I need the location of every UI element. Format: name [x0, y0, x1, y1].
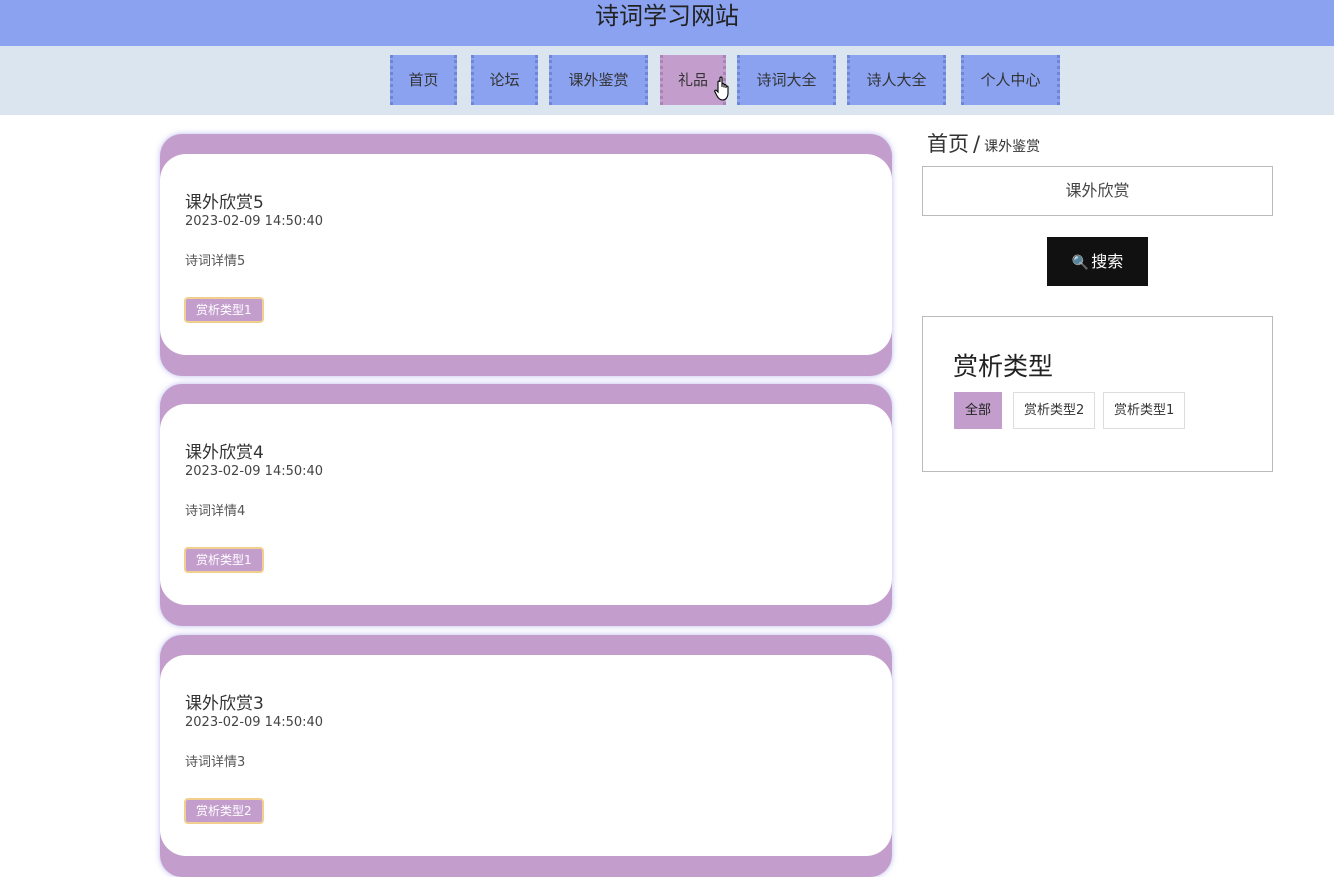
post-card[interactable]: 课外欣赏5 2023-02-09 14:50:40 诗词详情5 赏析类型1 [160, 134, 892, 376]
post-card[interactable]: 课外欣赏4 2023-02-09 14:50:40 诗词详情4 赏析类型1 [160, 384, 892, 626]
nav-item-poets[interactable]: 诗人大全 [847, 55, 946, 105]
nav-item-appreciation[interactable]: 课外鉴赏 [549, 55, 648, 105]
breadcrumb-current: 课外鉴赏 [984, 139, 1041, 155]
breadcrumb-home[interactable]: 首页 [927, 132, 969, 156]
post-tag[interactable]: 赏析类型1 [184, 547, 264, 573]
post-date: 2023-02-09 14:50:40 [185, 715, 324, 730]
nav-item-forum[interactable]: 论坛 [471, 55, 538, 105]
category-type2-button[interactable]: 赏析类型2 [1013, 392, 1096, 429]
breadcrumb: 首页 / 课外鉴赏 [927, 128, 1040, 158]
post-card[interactable]: 课外欣赏3 2023-02-09 14:50:40 诗词详情3 赏析类型2 [160, 635, 892, 877]
post-card-body: 课外欣赏5 2023-02-09 14:50:40 诗词详情5 赏析类型1 [160, 154, 892, 355]
post-card-body: 课外欣赏3 2023-02-09 14:50:40 诗词详情3 赏析类型2 [160, 655, 892, 856]
hand-cursor-icon [714, 76, 729, 101]
main-nav: 首页 论坛 课外鉴赏 礼品 诗词大全 诗人大全 个人中心 [0, 46, 1334, 115]
post-description: 诗词详情3 [185, 755, 246, 770]
search-input[interactable]: 课外欣赏 [922, 166, 1273, 216]
category-type1-button[interactable]: 赏析类型1 [1103, 392, 1186, 429]
nav-item-poems[interactable]: 诗词大全 [737, 55, 836, 105]
category-all-button[interactable]: 全部 [954, 392, 1003, 429]
post-description: 诗词详情4 [185, 504, 246, 519]
post-title[interactable]: 课外欣赏5 [185, 188, 264, 213]
search-button-label: 搜索 [1091, 252, 1124, 271]
nav-item-profile[interactable]: 个人中心 [961, 55, 1060, 105]
post-title[interactable]: 课外欣赏4 [185, 438, 264, 463]
site-header: 诗词学习网站 [0, 0, 1334, 46]
post-tag[interactable]: 赏析类型1 [184, 297, 264, 323]
post-card-body: 课外欣赏4 2023-02-09 14:50:40 诗词详情4 赏析类型1 [160, 404, 892, 605]
post-date: 2023-02-09 14:50:40 [185, 464, 324, 479]
search-icon: 🔍 [1071, 255, 1090, 271]
site-title: 诗词学习网站 [595, 2, 739, 30]
post-description: 诗词详情5 [185, 254, 246, 269]
category-filter-title: 赏析类型 [953, 352, 1054, 381]
nav-item-home[interactable]: 首页 [390, 55, 457, 105]
breadcrumb-separator: / [973, 132, 981, 156]
category-filter-panel: 赏析类型 全部 赏析类型2 赏析类型1 [922, 316, 1273, 472]
post-tag[interactable]: 赏析类型2 [184, 798, 264, 824]
search-button[interactable]: 🔍 搜索 [1047, 237, 1148, 286]
post-date: 2023-02-09 14:50:40 [185, 214, 324, 229]
post-title[interactable]: 课外欣赏3 [185, 689, 264, 714]
